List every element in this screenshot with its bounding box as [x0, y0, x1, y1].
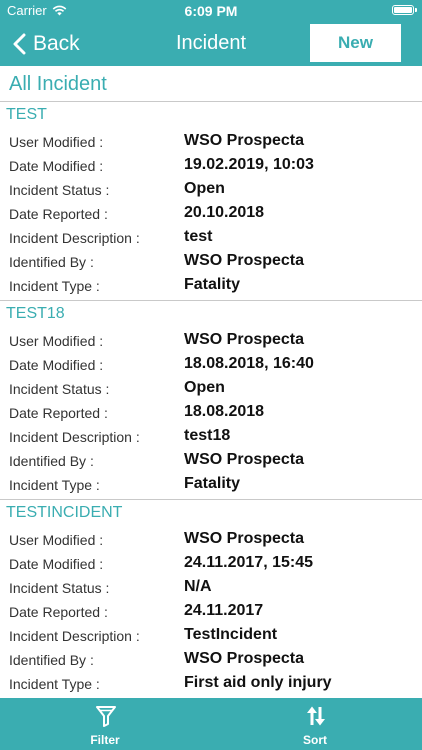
field-label: Date Reported :	[9, 604, 108, 620]
incident-card[interactable]: TEST User Modified : WSO Prospecta Date …	[0, 102, 422, 301]
field-row-identified-by: Identified By : WSO Prospecta	[0, 649, 422, 673]
field-row-user-modified: User Modified : WSO Prospecta	[0, 330, 422, 354]
field-value: Open	[184, 379, 225, 396]
status-bar: Carrier 6:09 PM	[0, 0, 422, 22]
field-value: Fatality	[184, 276, 241, 293]
field-value: N/A	[184, 578, 212, 595]
field-label: Identified By :	[9, 652, 94, 668]
field-value: 18.08.2018	[184, 403, 265, 420]
field-value: WSO Prospecta	[184, 451, 305, 468]
incident-card[interactable]: TESTINCIDENT User Modified : WSO Prospec…	[0, 500, 422, 698]
field-label: Incident Type :	[9, 676, 100, 692]
field-row-identified-by: Identified By : WSO Prospecta	[0, 251, 422, 275]
field-label: User Modified :	[9, 134, 104, 150]
field-row-identified-by: Identified By : WSO Prospecta	[0, 450, 422, 474]
field-row-date-modified: Date Modified : 18.08.2018, 16:40	[0, 354, 422, 378]
field-value: 24.11.2017	[184, 602, 264, 619]
field-label: Date Modified :	[9, 158, 104, 174]
field-row-incident-description: Incident Description : test	[0, 227, 422, 251]
bottom-tab-bar: Filter Sort	[0, 698, 422, 750]
new-incident-button[interactable]: New	[310, 24, 401, 62]
incident-list[interactable]: TEST User Modified : WSO Prospecta Date …	[0, 102, 422, 698]
field-row-incident-type: Incident Type : First aid only injury	[0, 673, 422, 697]
field-value: test	[184, 228, 213, 245]
field-row-user-modified: User Modified : WSO Prospecta	[0, 131, 422, 155]
field-row-date-modified: Date Modified : 19.02.2019, 10:03	[0, 155, 422, 179]
field-label: Incident Description :	[9, 429, 140, 445]
field-value: 20.10.2018	[184, 204, 265, 221]
field-value: TestIncident	[184, 626, 278, 643]
field-label: Incident Description :	[9, 230, 140, 246]
field-label: Date Reported :	[9, 206, 108, 222]
field-label: Incident Status :	[9, 182, 110, 198]
field-label: User Modified :	[9, 333, 104, 349]
field-label: Incident Description :	[9, 628, 140, 644]
back-label: Back	[33, 32, 80, 55]
filter-icon	[96, 706, 116, 727]
field-row-date-modified: Date Modified : 24.11.2017, 15:45	[0, 553, 422, 577]
field-row-incident-status: Incident Status : N/A	[0, 577, 422, 601]
navigation-bar: Back Incident New	[0, 22, 422, 66]
field-value: WSO Prospecta	[184, 252, 305, 269]
battery-icon	[392, 5, 417, 15]
list-section-header: All Incident	[0, 66, 422, 102]
field-label: Date Modified :	[9, 357, 104, 373]
back-button[interactable]: Back	[12, 29, 80, 59]
field-row-user-modified: User Modified : WSO Prospecta	[0, 529, 422, 553]
field-row-date-reported: Date Reported : 20.10.2018	[0, 203, 422, 227]
field-row-incident-description: Incident Description : test18	[0, 426, 422, 450]
field-label: Incident Status :	[9, 580, 110, 596]
field-label: Incident Status :	[9, 381, 110, 397]
field-row-date-reported: Date Reported : 18.08.2018	[0, 402, 422, 426]
top-bar: Carrier 6:09 PM Back Incident New	[0, 0, 422, 66]
status-time: 6:09 PM	[184, 3, 238, 19]
field-row-incident-status: Incident Status : Open	[0, 179, 422, 203]
incident-title: TESTINCIDENT	[6, 504, 123, 521]
field-label: Date Modified :	[9, 556, 104, 572]
field-row-date-reported: Date Reported : 24.11.2017	[0, 601, 422, 625]
field-row-incident-type: Incident Type : Fatality	[0, 474, 422, 498]
field-value: WSO Prospecta	[184, 650, 305, 667]
field-label: Identified By :	[9, 254, 94, 270]
field-value: Fatality	[184, 475, 241, 492]
field-label: Identified By :	[9, 453, 94, 469]
field-row-incident-type: Incident Type : Fatality	[0, 275, 422, 299]
field-label: Incident Type :	[9, 477, 100, 493]
field-label: Incident Type :	[9, 278, 100, 294]
filter-tab-label: Filter	[90, 733, 120, 747]
field-value: 18.08.2018, 16:40	[184, 355, 314, 372]
field-row-incident-status: Incident Status : Open	[0, 378, 422, 402]
field-value: test18	[184, 427, 231, 444]
field-label: User Modified :	[9, 532, 104, 548]
field-row-incident-description: Incident Description : TestIncident	[0, 625, 422, 649]
chevron-left-icon	[13, 33, 26, 55]
sort-icon	[307, 706, 325, 726]
list-section-title: All Incident	[9, 73, 107, 95]
field-value: 24.11.2017, 15:45	[184, 554, 314, 571]
field-label: Date Reported :	[9, 405, 108, 421]
sort-tab[interactable]: Sort	[260, 698, 370, 750]
incident-title: TEST18	[6, 305, 65, 322]
field-value: 19.02.2019, 10:03	[184, 156, 314, 173]
field-value: WSO Prospecta	[184, 331, 305, 348]
field-value: WSO Prospecta	[184, 132, 305, 149]
field-value: Open	[184, 180, 225, 197]
incident-title: TEST	[6, 106, 47, 123]
field-value: First aid only injury	[184, 674, 332, 691]
sort-tab-label: Sort	[303, 733, 327, 747]
field-value: WSO Prospecta	[184, 530, 305, 547]
filter-tab[interactable]: Filter	[50, 698, 160, 750]
incident-card[interactable]: TEST18 User Modified : WSO Prospecta Dat…	[0, 301, 422, 500]
